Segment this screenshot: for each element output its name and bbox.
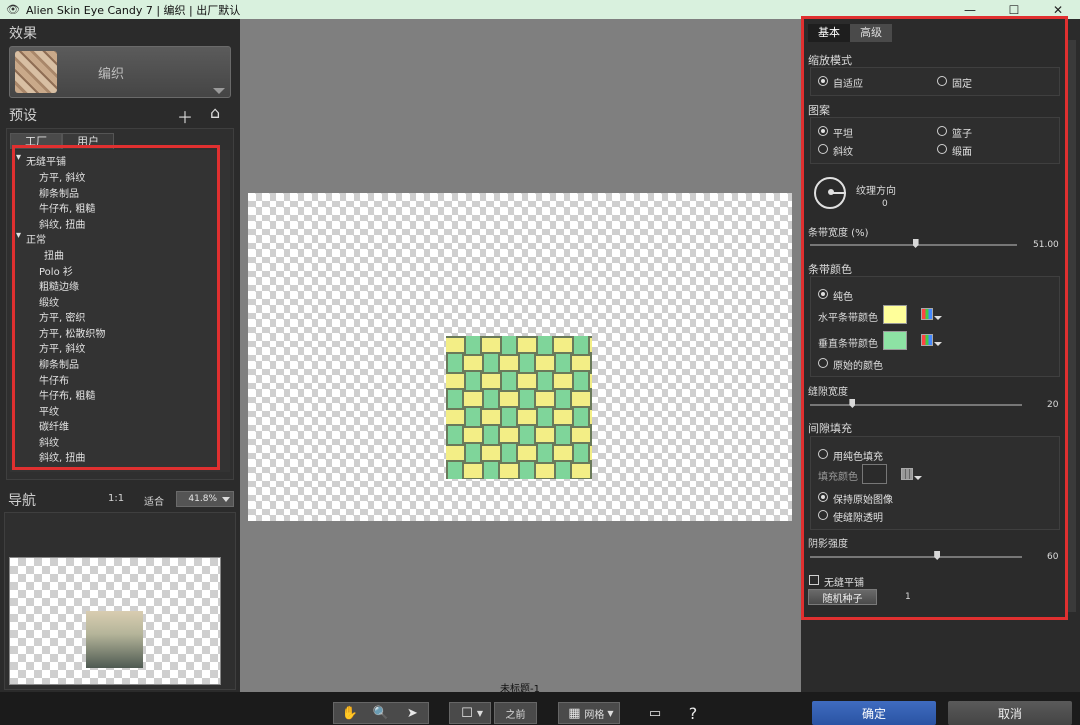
navigator-heading: 导航 <box>8 493 36 509</box>
checker-icon: ▦ <box>568 705 581 721</box>
highlight-box <box>801 16 1068 620</box>
zoom-tool-icon[interactable]: 🔍 <box>371 703 391 723</box>
navigator-bar: 导航 1:1 适合 41.8% <box>0 488 240 512</box>
fit-button[interactable]: 适合 <box>144 493 164 508</box>
zoom-select[interactable]: 41.8% <box>176 491 234 507</box>
cancel-button[interactable]: 取消 <box>948 701 1072 725</box>
ok-button[interactable]: 确定 <box>812 701 936 725</box>
scrollbar[interactable] <box>1068 40 1076 612</box>
add-preset-icon[interactable]: ＋ <box>177 104 193 128</box>
help-icon[interactable]: ? <box>678 702 708 724</box>
eye-icon: 👁 <box>6 3 20 16</box>
grid-label: 网格 <box>584 709 605 721</box>
presets-heading: 预设 <box>9 108 37 124</box>
navigator-preview <box>86 611 143 668</box>
before-button[interactable]: 之前 <box>494 702 537 724</box>
layout-icon[interactable]: ▭ <box>643 702 667 724</box>
home-icon[interactable]: ⌂ <box>210 103 220 122</box>
effect-thumbnail <box>15 51 57 93</box>
highlight-box <box>12 145 220 470</box>
grid-button[interactable]: ▦ 网格 ▼ <box>558 702 620 724</box>
hand-tool-icon[interactable]: ✋ <box>340 703 360 723</box>
actual-size-button[interactable]: 1:1 <box>108 493 124 504</box>
chevron-down-icon <box>213 88 225 94</box>
select-tool-icon[interactable]: ➤ <box>402 703 422 723</box>
chevron-down-icon: ▼ <box>476 708 484 718</box>
effect-selector[interactable]: 编织 <box>9 46 231 98</box>
effects-heading: 效果 <box>9 26 37 42</box>
chevron-down-icon: ▼ <box>607 708 614 718</box>
effect-name: 编织 <box>98 67 125 82</box>
weave-preview <box>446 336 592 479</box>
window-title: Alien Skin Eye Candy 7 | 编织 | 出厂默认 <box>26 3 241 17</box>
square-icon: ☐ <box>461 705 473 721</box>
tool-group: ✋ 🔍 ➤ <box>333 702 429 724</box>
background-color-button[interactable]: ☐ ▼ <box>449 702 491 724</box>
